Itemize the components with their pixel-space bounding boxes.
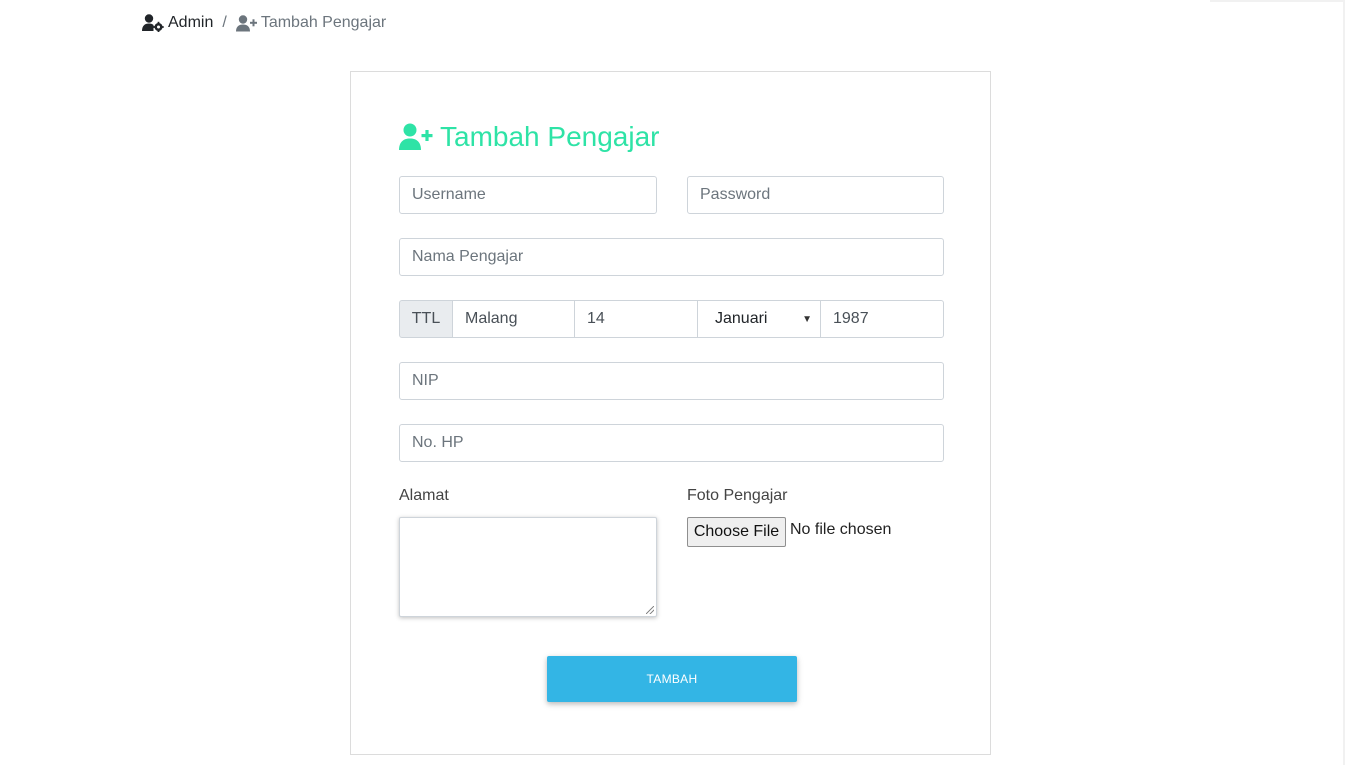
breadcrumb-item-admin[interactable]: Admin — [142, 14, 213, 32]
breadcrumb-item-tambah-pengajar: Tambah Pengajar — [235, 14, 387, 32]
tanggal-lahir-input[interactable]: 14 — [574, 300, 698, 338]
breadcrumb-separator: / — [222, 14, 227, 31]
form-title-text: Tambah Pengajar — [440, 121, 660, 152]
username-input[interactable] — [399, 176, 657, 214]
alamat-label: Alamat — [399, 487, 449, 504]
file-status-text: No file chosen — [790, 521, 892, 538]
top-border — [1210, 0, 1345, 2]
nip-input[interactable] — [399, 362, 944, 400]
breadcrumb-admin-label[interactable]: Admin — [168, 14, 213, 32]
ttl-addon: TTL — [399, 300, 453, 338]
user-cog-icon — [142, 14, 164, 32]
add-teacher-card: Tambah Pengajar TTL Malang 14 Januari ▼ … — [350, 71, 991, 755]
alamat-textarea[interactable] — [399, 517, 657, 617]
user-plus-icon — [235, 14, 257, 32]
foto-pengajar-label: Foto Pengajar — [687, 487, 788, 504]
form-title: Tambah Pengajar — [399, 117, 659, 157]
tahun-lahir-input[interactable]: 1987 — [820, 300, 944, 338]
bulan-lahir-select[interactable]: Januari ▼ — [697, 300, 821, 338]
password-input[interactable] — [687, 176, 944, 214]
nama-pengajar-input[interactable] — [399, 238, 944, 276]
tempat-lahir-input[interactable]: Malang — [452, 300, 575, 338]
resize-handle-icon[interactable] — [646, 606, 654, 614]
ttl-input-group: TTL Malang 14 Januari ▼ 1987 — [399, 300, 944, 338]
user-plus-icon — [399, 123, 433, 151]
bulan-selected-value: Januari — [715, 310, 768, 327]
no-hp-input[interactable] — [399, 424, 944, 462]
tambah-button[interactable]: TAMBAH — [547, 656, 797, 702]
breadcrumb: Admin / Tambah Pengajar — [142, 12, 386, 34]
caret-down-icon: ▼ — [802, 313, 812, 325]
breadcrumb-current-label: Tambah Pengajar — [260, 14, 387, 31]
choose-file-button[interactable]: Choose File — [687, 517, 786, 547]
